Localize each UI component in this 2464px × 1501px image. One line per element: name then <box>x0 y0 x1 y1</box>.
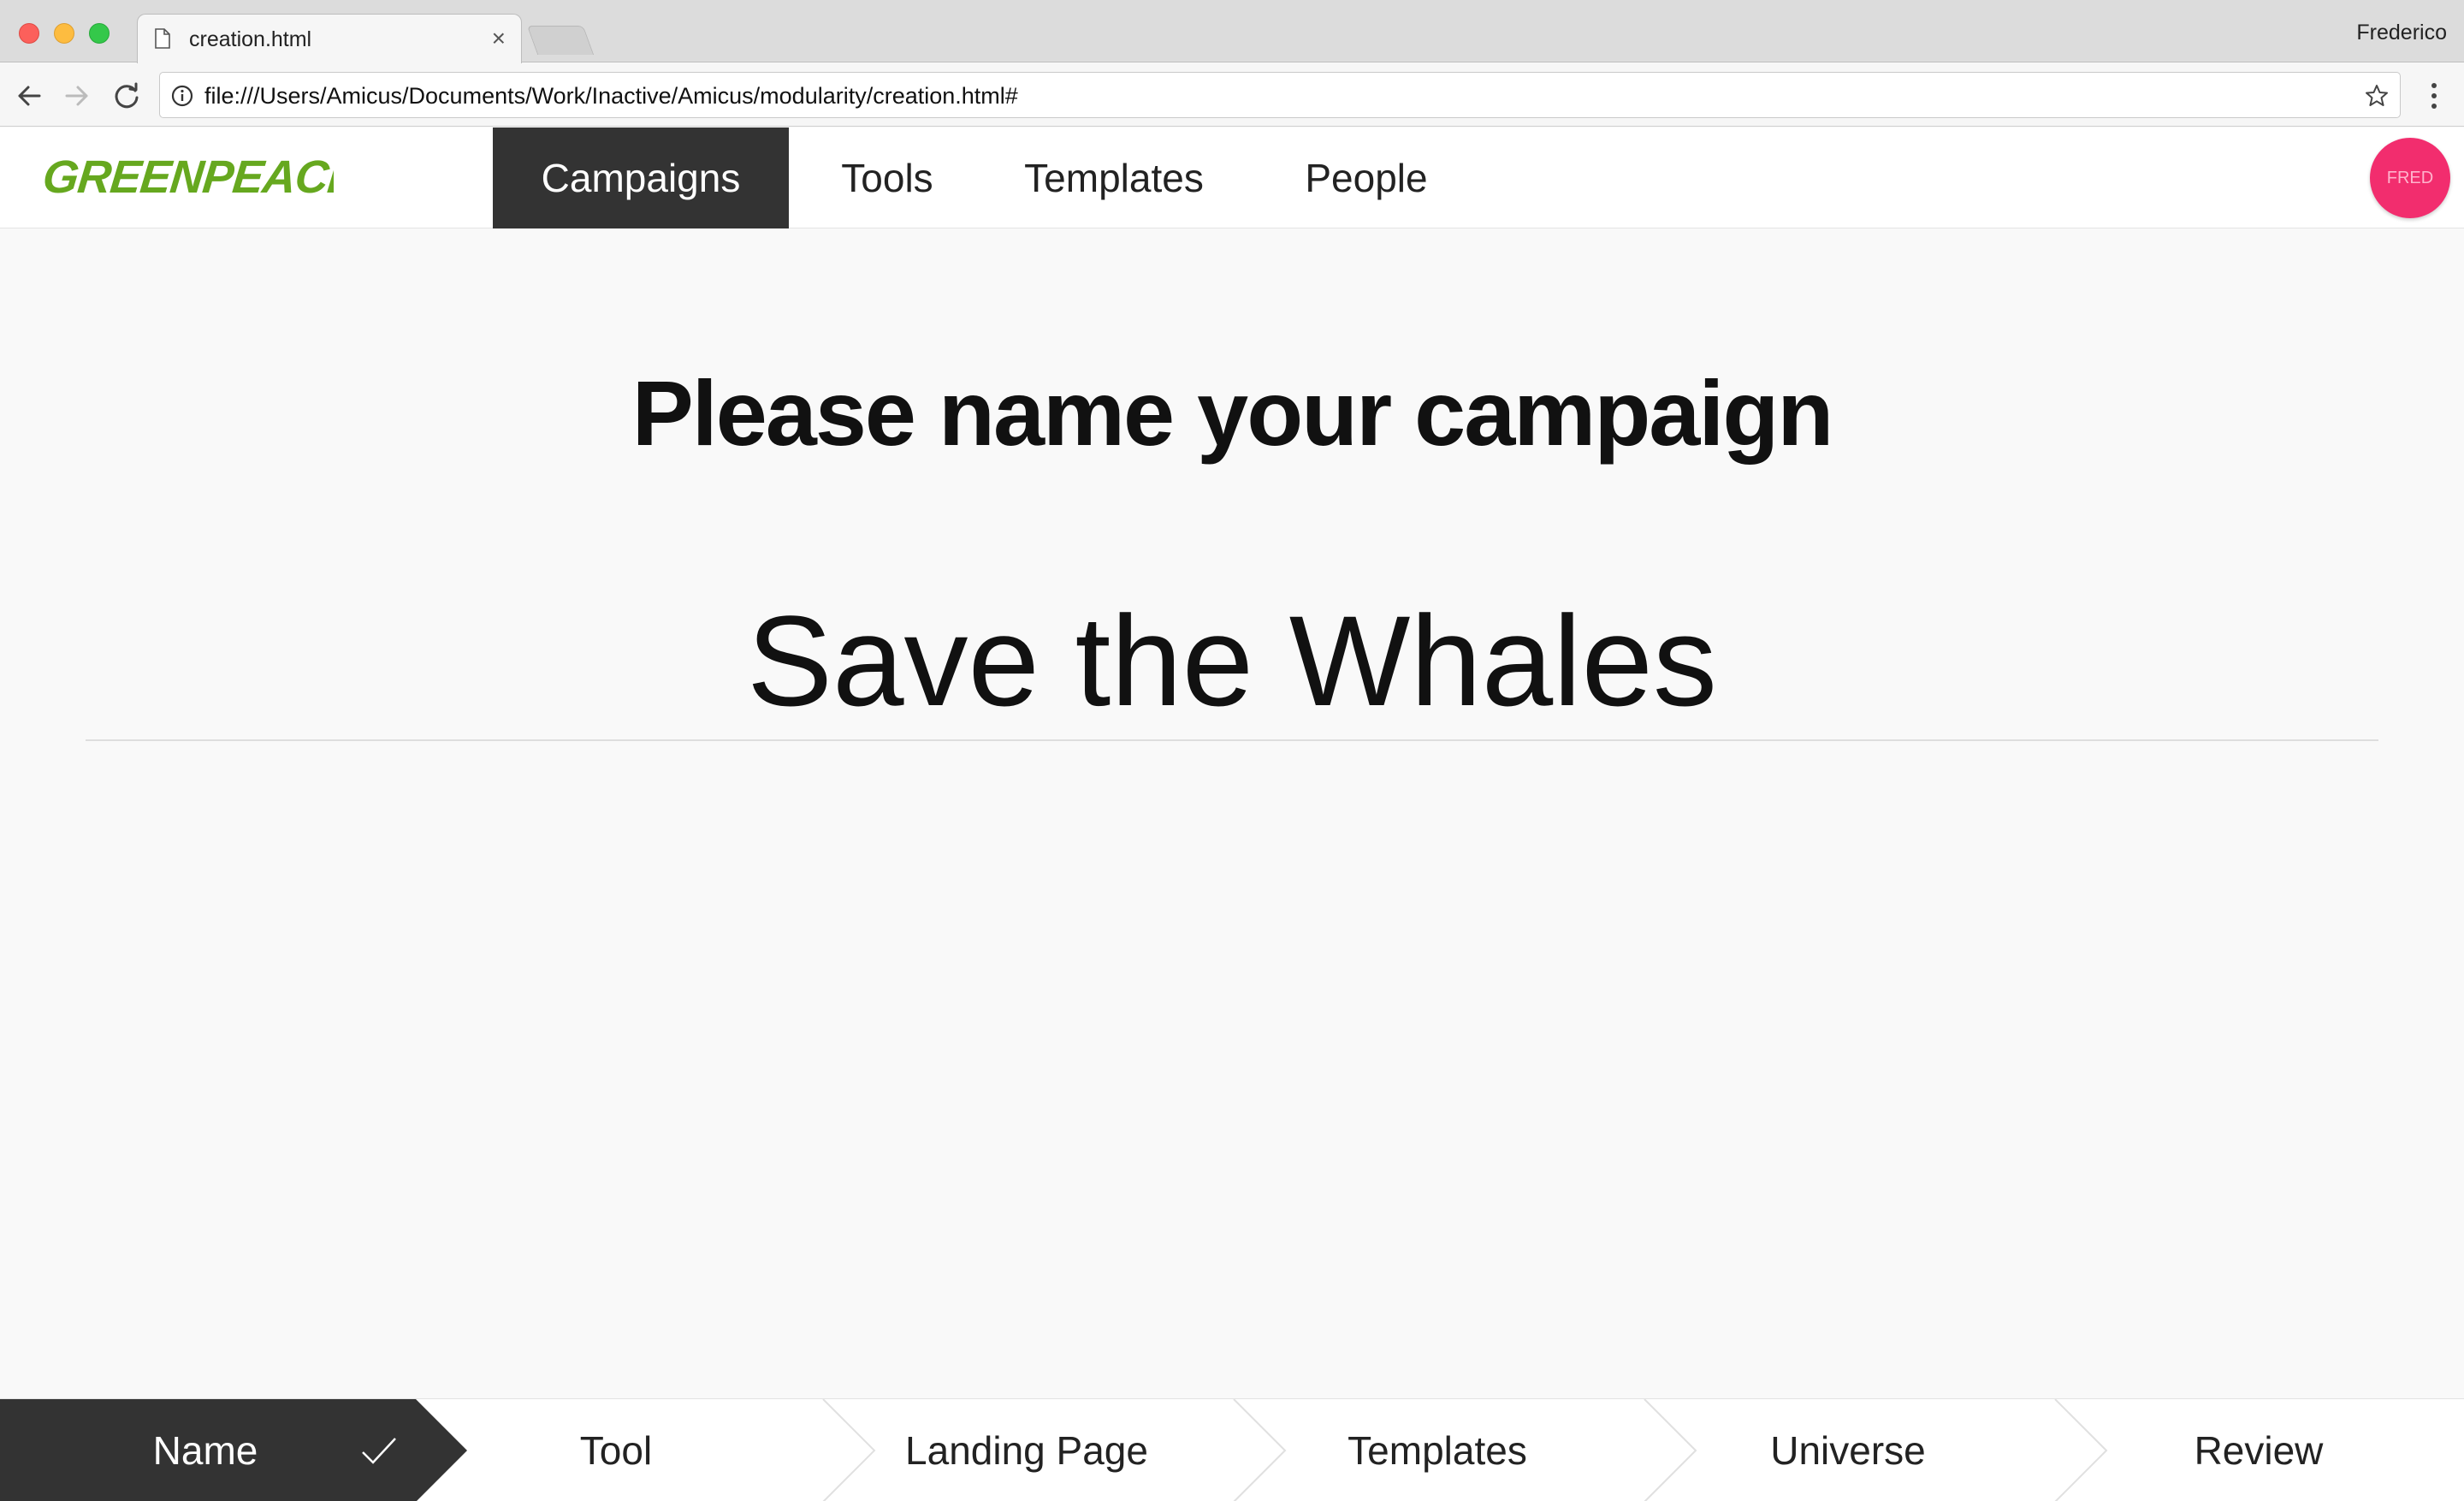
nav-templates[interactable]: Templates <box>986 128 1242 228</box>
step-label: Review <box>2194 1428 2324 1473</box>
zoom-window-button[interactable] <box>89 23 110 44</box>
step-label: Tool <box>579 1428 653 1473</box>
tab-strip: creation.html × Frederico <box>0 0 2464 63</box>
tab-title: creation.html <box>189 27 312 51</box>
address-bar[interactable]: file:///Users/Amicus/Documents/Work/Inac… <box>159 72 2401 118</box>
svg-text:GREENPEACE: GREENPEACE <box>43 151 334 203</box>
new-tab-button[interactable] <box>526 26 595 55</box>
browser-tab[interactable]: creation.html × <box>137 14 522 63</box>
nav-campaigns[interactable]: Campaigns <box>493 128 789 228</box>
nav-tools[interactable]: Tools <box>789 128 986 228</box>
profile-name[interactable]: Frederico <box>2356 21 2447 45</box>
main-nav: Campaigns Tools Templates People <box>493 128 1490 228</box>
step-label: Name <box>152 1428 258 1473</box>
step-label: Universe <box>1770 1428 1926 1473</box>
step-label: Templates <box>1348 1428 1527 1473</box>
step-name[interactable]: Name <box>0 1399 411 1501</box>
campaign-name-input[interactable] <box>86 582 2378 741</box>
greenpeace-logo[interactable]: GREENPEACE <box>43 146 334 206</box>
tab-close-icon[interactable]: × <box>492 25 506 52</box>
arrow-right-icon[interactable] <box>60 79 94 113</box>
star-icon[interactable] <box>2364 83 2390 109</box>
step-templates[interactable]: Templates <box>1232 1399 1643 1501</box>
step-progress-bar: Name Tool Landing Page Templates Univers… <box>0 1398 2464 1501</box>
info-icon[interactable] <box>170 84 194 108</box>
page-title: Please name your campaign <box>631 361 1834 465</box>
step-review[interactable]: Review <box>2053 1399 2464 1501</box>
step-label: Landing Page <box>905 1428 1148 1473</box>
reload-icon[interactable] <box>110 79 144 113</box>
browser-toolbar: file:///Users/Amicus/Documents/Work/Inac… <box>0 63 2464 127</box>
url-text[interactable]: file:///Users/Amicus/Documents/Work/Inac… <box>204 83 1018 110</box>
document-icon <box>155 28 170 49</box>
avatar[interactable]: FRED <box>2370 138 2450 218</box>
nav-people[interactable]: People <box>1242 128 1490 228</box>
step-landing-page[interactable]: Landing Page <box>821 1399 1232 1501</box>
app-header: GREENPEACE Campaigns Tools Templates Peo… <box>0 128 2464 228</box>
minimize-window-button[interactable] <box>54 23 74 44</box>
browser-window: creation.html × Frederico file:///Users/… <box>0 0 2464 1501</box>
step-universe[interactable]: Universe <box>1643 1399 2053 1501</box>
vertical-dots-icon[interactable] <box>2421 80 2447 111</box>
step-tool[interactable]: Tool <box>411 1399 821 1501</box>
arrow-left-icon[interactable] <box>12 79 46 113</box>
close-window-button[interactable] <box>19 23 39 44</box>
check-icon <box>362 1438 396 1464</box>
